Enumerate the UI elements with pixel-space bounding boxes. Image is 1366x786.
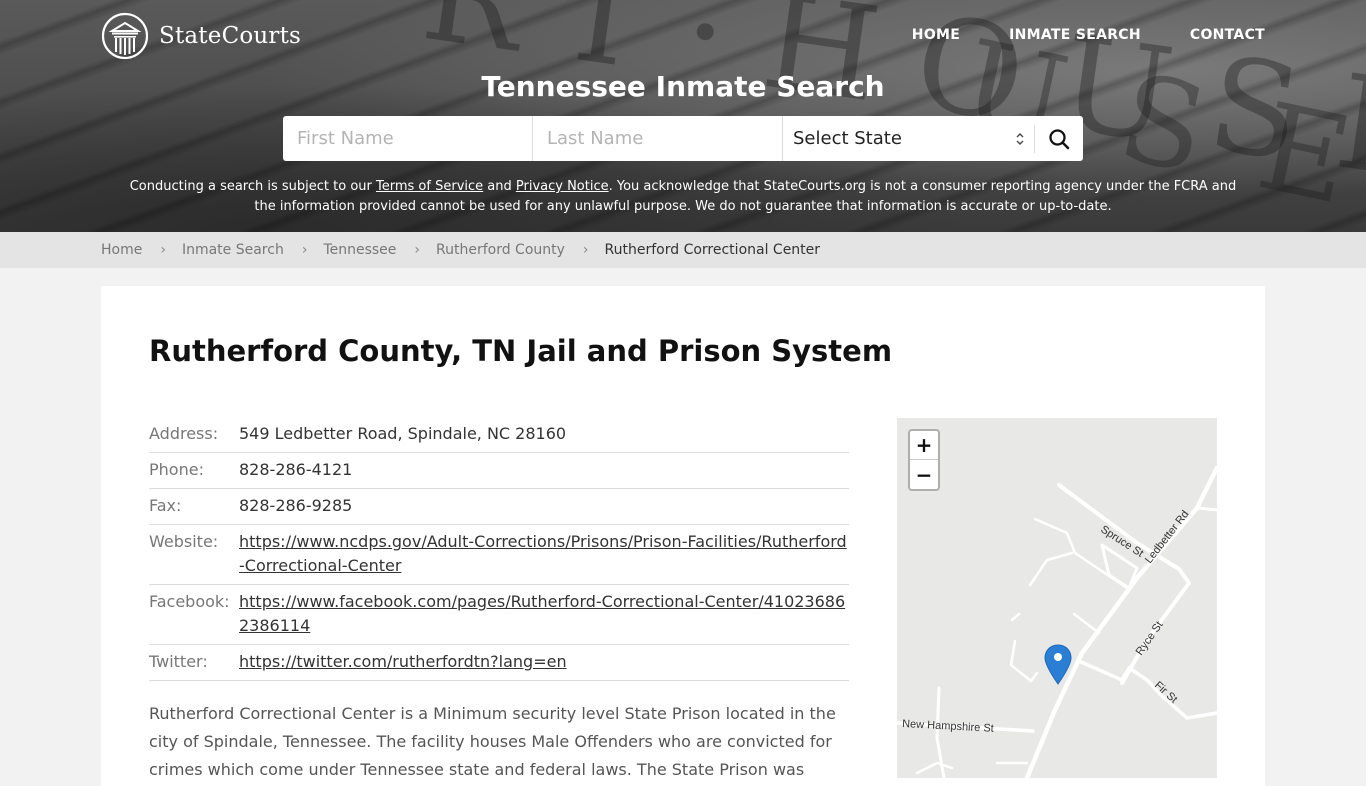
search-button[interactable]: [1035, 116, 1083, 161]
facility-description: Rutherford Correctional Center is a Mini…: [149, 704, 836, 779]
info-row-twitter: Twitter: https://twitter.com/rutherfordt…: [149, 645, 849, 681]
disclaimer-text: Conducting a search is subject to our Te…: [120, 177, 1246, 217]
fax-value: 828-286-9285: [239, 496, 353, 515]
disclaimer-part: and: [483, 179, 516, 194]
content-card: Rutherford County, TN Jail and Prison Sy…: [101, 286, 1265, 786]
street-label-fir: Fir St: [1152, 679, 1180, 706]
breadcrumb-home[interactable]: Home: [101, 242, 142, 258]
street-label-new-hampshire: New Hampshire St: [902, 718, 994, 735]
breadcrumb-tennessee[interactable]: Tennessee: [323, 242, 396, 258]
last-name-field-wrap: [533, 116, 783, 161]
facebook-value: https://www.facebook.com/pages/Rutherfor…: [239, 590, 849, 638]
page-title: Rutherford County, TN Jail and Prison Sy…: [149, 334, 893, 368]
zoom-out-button[interactable]: −: [910, 460, 938, 489]
hero-title: Tennessee Inmate Search: [481, 70, 885, 103]
chevron-right-icon: ›: [160, 242, 166, 258]
info-row-fax: Fax: 828-286-9285: [149, 489, 849, 525]
info-row-phone: Phone: 828-286-4121: [149, 453, 849, 489]
last-name-input[interactable]: [547, 128, 782, 149]
main-nav: HOME INMATE SEARCH CONTACT: [912, 27, 1265, 43]
nav-inmate-search[interactable]: INMATE SEARCH: [1009, 27, 1141, 43]
info-label: Phone:: [149, 460, 204, 479]
logo-link[interactable]: StateCourts: [101, 12, 301, 60]
info-row-address: Address: 549 Ledbetter Road, Spindale, N…: [149, 417, 849, 453]
first-name-input[interactable]: [297, 128, 532, 149]
info-label: Website:: [149, 532, 219, 551]
info-label: Facebook:: [149, 592, 230, 611]
street-label-ryce: Ryce St: [1134, 619, 1166, 657]
terms-of-service-link[interactable]: Terms of Service: [376, 179, 483, 194]
map-zoom-control: + −: [908, 429, 940, 491]
facebook-link[interactable]: https://www.facebook.com/pages/Rutherfor…: [239, 592, 845, 635]
location-map[interactable]: Spruce St Ledbetter Rd Ryce St Fir St Ne…: [897, 418, 1217, 778]
zoom-in-button[interactable]: +: [910, 431, 938, 460]
state-select-value: Select State: [793, 128, 902, 149]
search-icon: [1049, 128, 1070, 149]
website-link[interactable]: https://www.ncdps.gov/Adult-Corrections/…: [239, 532, 847, 575]
breadcrumb-rutherford-county[interactable]: Rutherford County: [436, 242, 565, 258]
info-row-facebook: Facebook: https://www.facebook.com/pages…: [149, 585, 849, 645]
street-label-ledbetter: Ledbetter Rd: [1143, 508, 1192, 566]
hero-header: RT·HOUSE USE StateCourts HOME INMATE SEA…: [0, 0, 1366, 232]
phone-value: 828-286-4121: [239, 460, 353, 479]
breadcrumb: Home › Inmate Search › Tennessee › Ruthe…: [0, 232, 1366, 268]
info-label: Fax:: [149, 496, 182, 515]
nav-contact[interactable]: CONTACT: [1190, 27, 1265, 43]
location-marker-icon[interactable]: [1043, 644, 1073, 686]
info-label: Twitter:: [149, 652, 208, 671]
chevron-right-icon: ›: [301, 242, 308, 258]
breadcrumb-current: Rutherford Correctional Center: [604, 242, 821, 258]
twitter-link[interactable]: https://twitter.com/rutherfordtn?lang=en: [239, 652, 567, 671]
address-value: 549 Ledbetter Road, Spindale, NC 28160: [239, 424, 567, 443]
first-name-field-wrap: [283, 116, 533, 161]
breadcrumb-inmate-search[interactable]: Inmate Search: [182, 242, 284, 258]
courthouse-logo-icon: [101, 12, 149, 60]
twitter-value: https://twitter.com/rutherfordtn?lang=en: [239, 650, 849, 674]
select-arrows-icon: [1016, 132, 1024, 146]
search-form: Select State: [283, 116, 1083, 161]
info-label: Address:: [149, 424, 219, 443]
nav-home[interactable]: HOME: [912, 27, 960, 43]
state-select[interactable]: Select State: [783, 124, 1035, 153]
website-value: https://www.ncdps.gov/Adult-Corrections/…: [239, 530, 849, 578]
facility-info-table: Address: 549 Ledbetter Road, Spindale, N…: [149, 417, 849, 681]
disclaimer-part: Conducting a search is subject to our: [129, 179, 377, 194]
privacy-notice-link[interactable]: Privacy Notice: [516, 179, 609, 194]
chevron-right-icon: ›: [582, 242, 589, 258]
chevron-right-icon: ›: [414, 242, 421, 258]
info-row-website: Website: https://www.ncdps.gov/Adult-Cor…: [149, 525, 849, 585]
logo-text: StateCourts: [159, 23, 302, 49]
map-roads: Spruce St Ledbetter Rd Ryce St Fir St Ne…: [897, 465, 1217, 778]
